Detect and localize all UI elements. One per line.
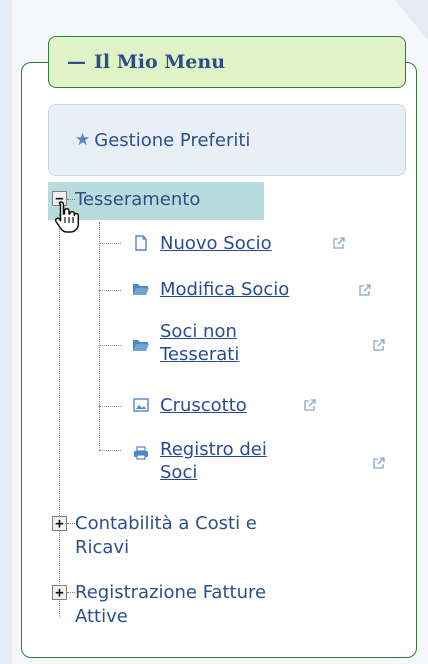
external-link-icon[interactable]: [372, 338, 386, 352]
tree-node-contabilita[interactable]: + Contabilità a Costi e Ricavi: [52, 512, 257, 560]
tree-item-soci-non-tesserati[interactable]: Soci non Tesserati: [132, 320, 239, 366]
tree-connector: [99, 406, 121, 407]
expand-toggle-icon[interactable]: +: [52, 585, 67, 600]
tree-item-nuovo-socio[interactable]: Nuovo Socio: [132, 232, 272, 255]
tree-connector: [67, 592, 75, 593]
printer-icon: [132, 444, 150, 462]
menu-title: Il Mio Menu: [94, 51, 226, 73]
external-link-icon[interactable]: [332, 236, 346, 250]
folder-open-icon: [132, 336, 150, 354]
contabilita-label-line2[interactable]: Ricavi: [75, 536, 257, 560]
soci-non-tesserati-link-line1[interactable]: Soci non: [160, 320, 239, 343]
cruscotto-link[interactable]: Cruscotto: [160, 394, 247, 417]
favorites-label: Gestione Preferiti: [94, 129, 251, 151]
new-document-icon: [132, 234, 150, 252]
tree-connector: [99, 345, 121, 346]
tree-connector: [99, 450, 121, 451]
external-link-icon[interactable]: [372, 456, 386, 470]
dashboard-image-icon: [132, 396, 150, 414]
hand-pointer-cursor-icon: [54, 201, 80, 233]
registro-dei-soci-link-line1[interactable]: Registro dei: [160, 438, 267, 461]
menu-title-bar[interactable]: — Il Mio Menu: [48, 36, 406, 88]
tree-item-modifica-socio[interactable]: Modifica Socio: [132, 278, 289, 301]
tree-node-label[interactable]: Tesseramento: [75, 191, 200, 209]
contabilita-label-line1[interactable]: Contabilità a Costi e: [75, 512, 257, 536]
star-icon: ★: [75, 130, 91, 150]
external-link-icon[interactable]: [303, 398, 317, 412]
expand-toggle-icon[interactable]: +: [52, 516, 67, 531]
registro-dei-soci-link-line2[interactable]: Soci: [160, 461, 267, 484]
modifica-socio-link[interactable]: Modifica Socio: [160, 278, 289, 301]
folder-open-icon: [132, 280, 150, 298]
external-link-icon[interactable]: [358, 283, 372, 297]
tree-connector: [67, 523, 75, 524]
nuovo-socio-link[interactable]: Nuovo Socio: [160, 232, 272, 255]
tree-children-line: [99, 222, 100, 450]
tree-item-registro-dei-soci[interactable]: Registro dei Soci: [132, 438, 267, 484]
tree-node-registrazione-fatture[interactable]: + Registrazione Fatture Attive: [52, 581, 266, 629]
collapse-icon[interactable]: —: [67, 51, 86, 73]
tree-connector: [99, 290, 121, 291]
tree-connector: [99, 243, 121, 244]
tree-item-cruscotto[interactable]: Cruscotto: [132, 394, 247, 417]
soci-non-tesserati-link-line2[interactable]: Tesserati: [160, 343, 239, 366]
favorites-button[interactable]: ★ Gestione Preferiti: [48, 104, 406, 176]
fatture-label-line1[interactable]: Registrazione Fatture: [75, 581, 266, 605]
fatture-label-line2[interactable]: Attive: [75, 605, 266, 629]
